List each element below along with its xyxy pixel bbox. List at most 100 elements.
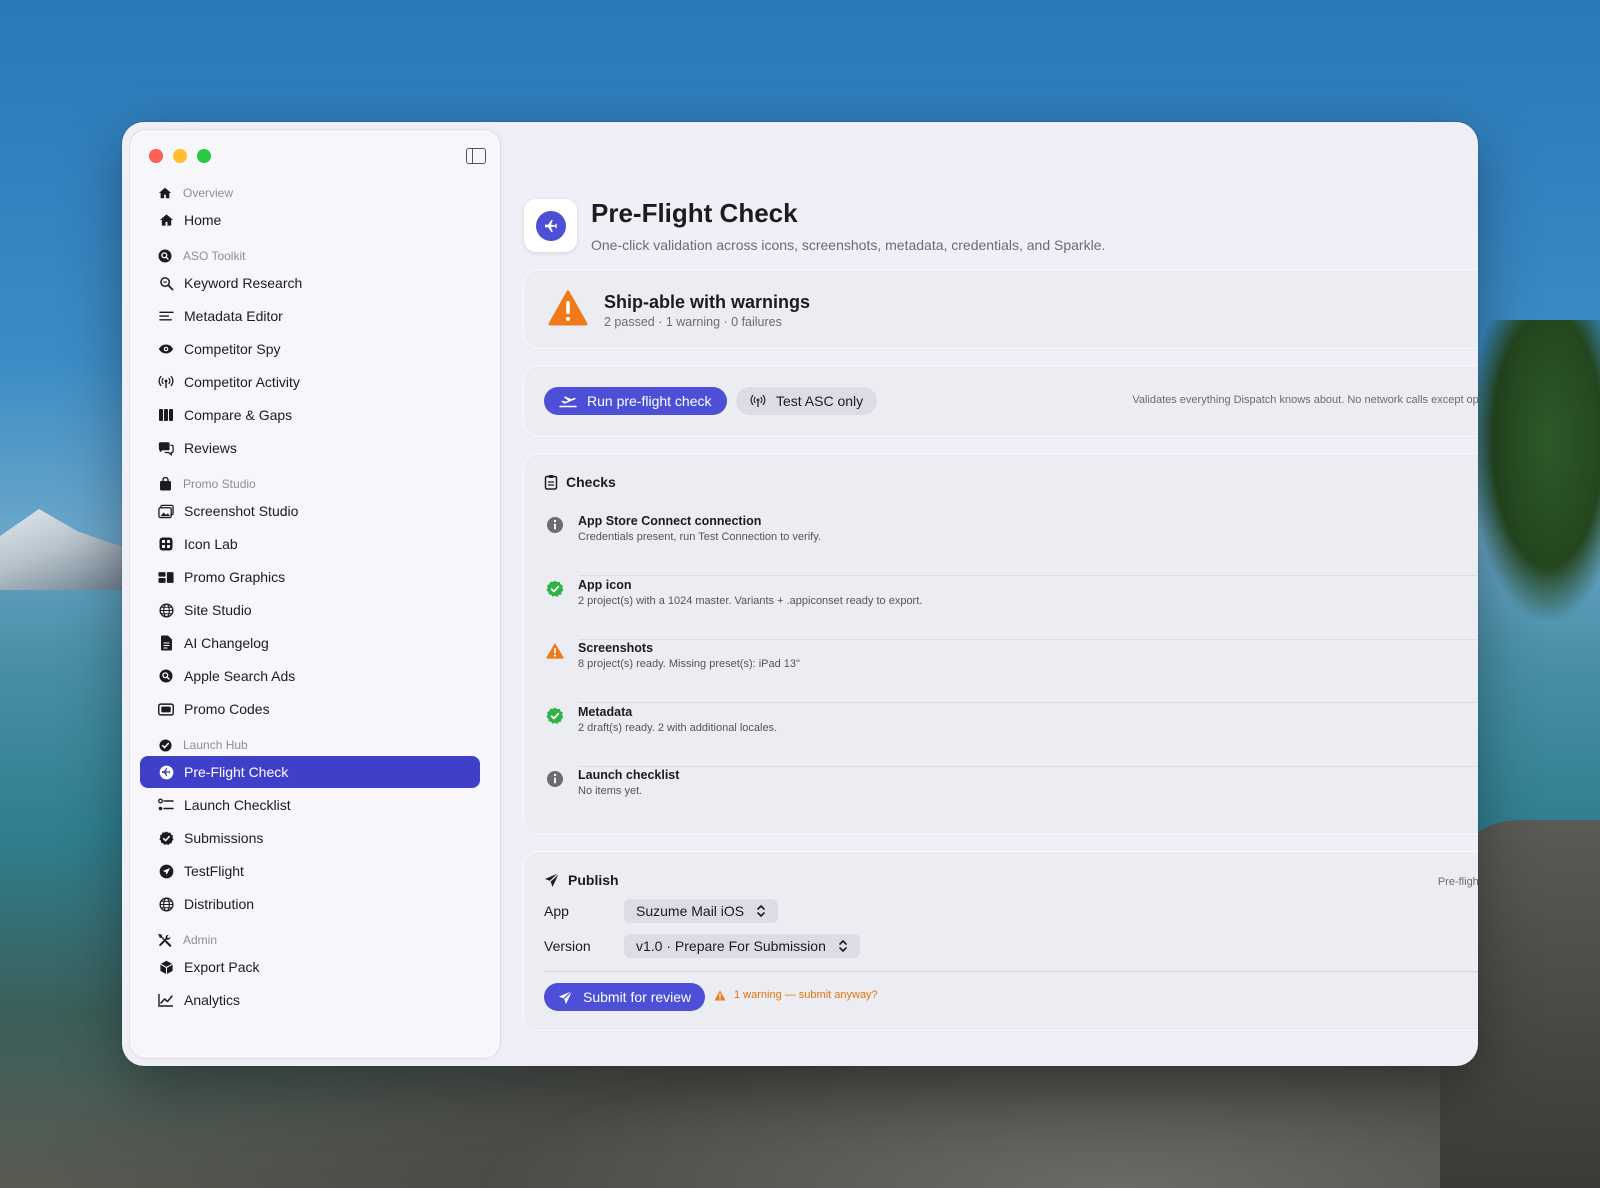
check-name: Launch checklist [578,768,680,782]
actions-note: Validates everything Dispatch knows abou… [1132,394,1478,406]
sidebar-item-reviews[interactable]: Reviews [140,432,480,464]
minimize-window-button[interactable] [173,149,187,163]
checks-title: Checks [566,474,616,490]
sidebar-item-label: Launch Checklist [184,797,291,813]
publish-header: Publish [544,872,619,888]
checkmark-circle-icon [158,738,172,752]
sidebar-group-label: Launch Hub [183,738,248,752]
sidebar-item-ai-changelog[interactable]: AI Changelog [140,627,480,659]
app-window: Overview Home ASO Toolkit Keyword Research M… [122,122,1478,1066]
magnifier-icon [158,275,174,291]
sidebar-item-label: Competitor Spy [184,341,281,357]
check-name: Metadata [578,704,633,719]
page-subtitle: One-click validation across icons, scree… [591,237,1106,253]
sidebar: Overview Home ASO Toolkit Keyword Research M… [130,130,500,1058]
sidebar-item-submissions[interactable]: Submissions [140,822,480,854]
check-detail: 8 project(s) ready. Missing preset(s): i… [578,658,800,670]
page-title: Pre-Flight Check [591,198,798,228]
sidebar-item-label: Icon Lab [184,536,238,552]
version-select[interactable]: v1.0 · Prepare For Submission [624,934,860,958]
sidebar-item-testflight[interactable]: TestFlight [140,855,480,887]
zoom-window-button[interactable] [197,149,211,163]
checks-card: Checks App Store Connect connection Crede… [524,454,1478,834]
sidebar-item-label: Home [184,212,222,228]
background-mountain [0,509,130,590]
sidebar-item-label: Metadata Editor [184,308,283,324]
app-grid-icon [158,536,174,552]
sidebar-item-competitor-activity[interactable]: Competitor Activity [140,366,480,398]
airplane-takeoff-icon [559,394,577,408]
sidebar-group-header: ASO Toolkit [140,245,490,267]
run-preflight-button[interactable]: Run pre-flight check [544,387,727,415]
speech-bubbles-icon [158,440,174,456]
sidebar-item-promo-graphics[interactable]: Promo Graphics [140,561,480,593]
sidebar-item-screenshot-studio[interactable]: Screenshot Studio [140,495,480,527]
window-controls [149,149,211,163]
check-detail: No items yet. [578,785,643,797]
house-icon [158,212,174,228]
sidebar-item-label: AI Changelog [184,635,269,651]
sidebar-item-label: Screenshot Studio [184,503,299,519]
status-title: Ship-able with warnings [604,292,811,312]
publish-divider [544,971,1478,972]
sidebar-item-label: Submissions [184,830,264,846]
document-icon [158,635,174,651]
sidebar-item-icon-lab[interactable]: Icon Lab [140,528,480,560]
sidebar-item-export-pack[interactable]: Export Pack [140,951,480,983]
airplane-circle-icon [158,764,174,780]
sidebar-item-analytics[interactable]: Analytics [140,984,480,1016]
test-asc-button[interactable]: Test ASC only [736,387,878,415]
warning-triangle-icon [714,990,726,1001]
sidebar-item-label: Promo Graphics [184,569,286,585]
cube-icon [158,959,174,975]
publish-flow-label: Pre-flight → submission [1437,876,1478,888]
sidebar-item-pre-flight-check[interactable]: Pre-Flight Check [140,756,480,788]
check-name: App Store Connect connection [578,514,762,528]
checks-header: Checks [544,474,616,490]
version-select-value: v1.0 · Prepare For Submission [636,938,826,954]
paperplane-icon [544,872,560,888]
eye-icon [158,341,174,357]
paperplane-circle-icon [158,863,174,879]
sidebar-group-label: ASO Toolkit [183,249,246,263]
checkmark-seal-icon [158,830,174,846]
app-field-label: App [544,903,569,919]
check-row: Launch checklist No items yet. [544,766,1478,830]
sidebar-item-label: Pre-Flight Check [184,764,289,780]
sidebar-group-label: Promo Studio [183,477,256,491]
sidebar-item-compare-gaps[interactable]: Compare & Gaps [140,399,480,431]
up-down-chevron-icon [838,939,848,953]
globe-icon [158,896,174,912]
app-select[interactable]: Suzume Mail iOS [624,899,779,923]
check-row: App icon 2 project(s) with a 1024 master.… [544,576,1478,640]
status-card: Ship-able with warnings 2 passed · 1 war… [524,270,1478,348]
sidebar-group-header: Overview [140,182,490,204]
status-summary: 2 passed · 1 warning · 0 failures [604,315,782,329]
sidebar-item-metadata-editor[interactable]: Metadata Editor [140,300,480,332]
columns-icon [158,407,174,423]
bag-icon [158,477,172,491]
check-name: App icon [578,577,632,592]
submit-for-review-button[interactable]: Submit for review [544,983,706,1011]
check-row: Screenshots 8 project(s) ready. Missing p… [544,639,1478,703]
submit-warning: 1 warning — submit anyway? [714,989,878,1001]
sidebar-item-site-studio[interactable]: Site Studio [140,594,480,626]
sidebar-item-promo-codes[interactable]: Promo Codes [140,693,480,725]
sidebar-item-home[interactable]: Home [140,204,480,236]
check-row: Metadata 2 draft(s) ready. 2 with additio… [544,703,1478,767]
sidebar-item-competitor-spy[interactable]: Competitor Spy [140,333,480,365]
sidebar-item-launch-checklist[interactable]: Launch Checklist [140,789,480,821]
sidebar-toggle-icon[interactable] [466,148,486,164]
sidebar-item-label: Distribution [184,896,255,912]
tools-icon [158,933,172,947]
paperplane-icon [558,989,573,1005]
sidebar-item-keyword-research[interactable]: Keyword Research [140,267,480,299]
sidebar-item-apple-search-ads[interactable]: Apple Search Ads [140,660,480,692]
sidebar-item-distribution[interactable]: Distribution [140,888,480,920]
sidebar-item-label: Keyword Research [184,275,303,291]
sidebar-group-header: Launch Hub [140,734,490,756]
close-window-button[interactable] [149,149,163,163]
sidebar-item-label: Analytics [184,992,241,1008]
run-preflight-label: Run pre-flight check [587,393,712,409]
submit-warning-text: 1 warning — submit anyway? [734,989,878,1001]
